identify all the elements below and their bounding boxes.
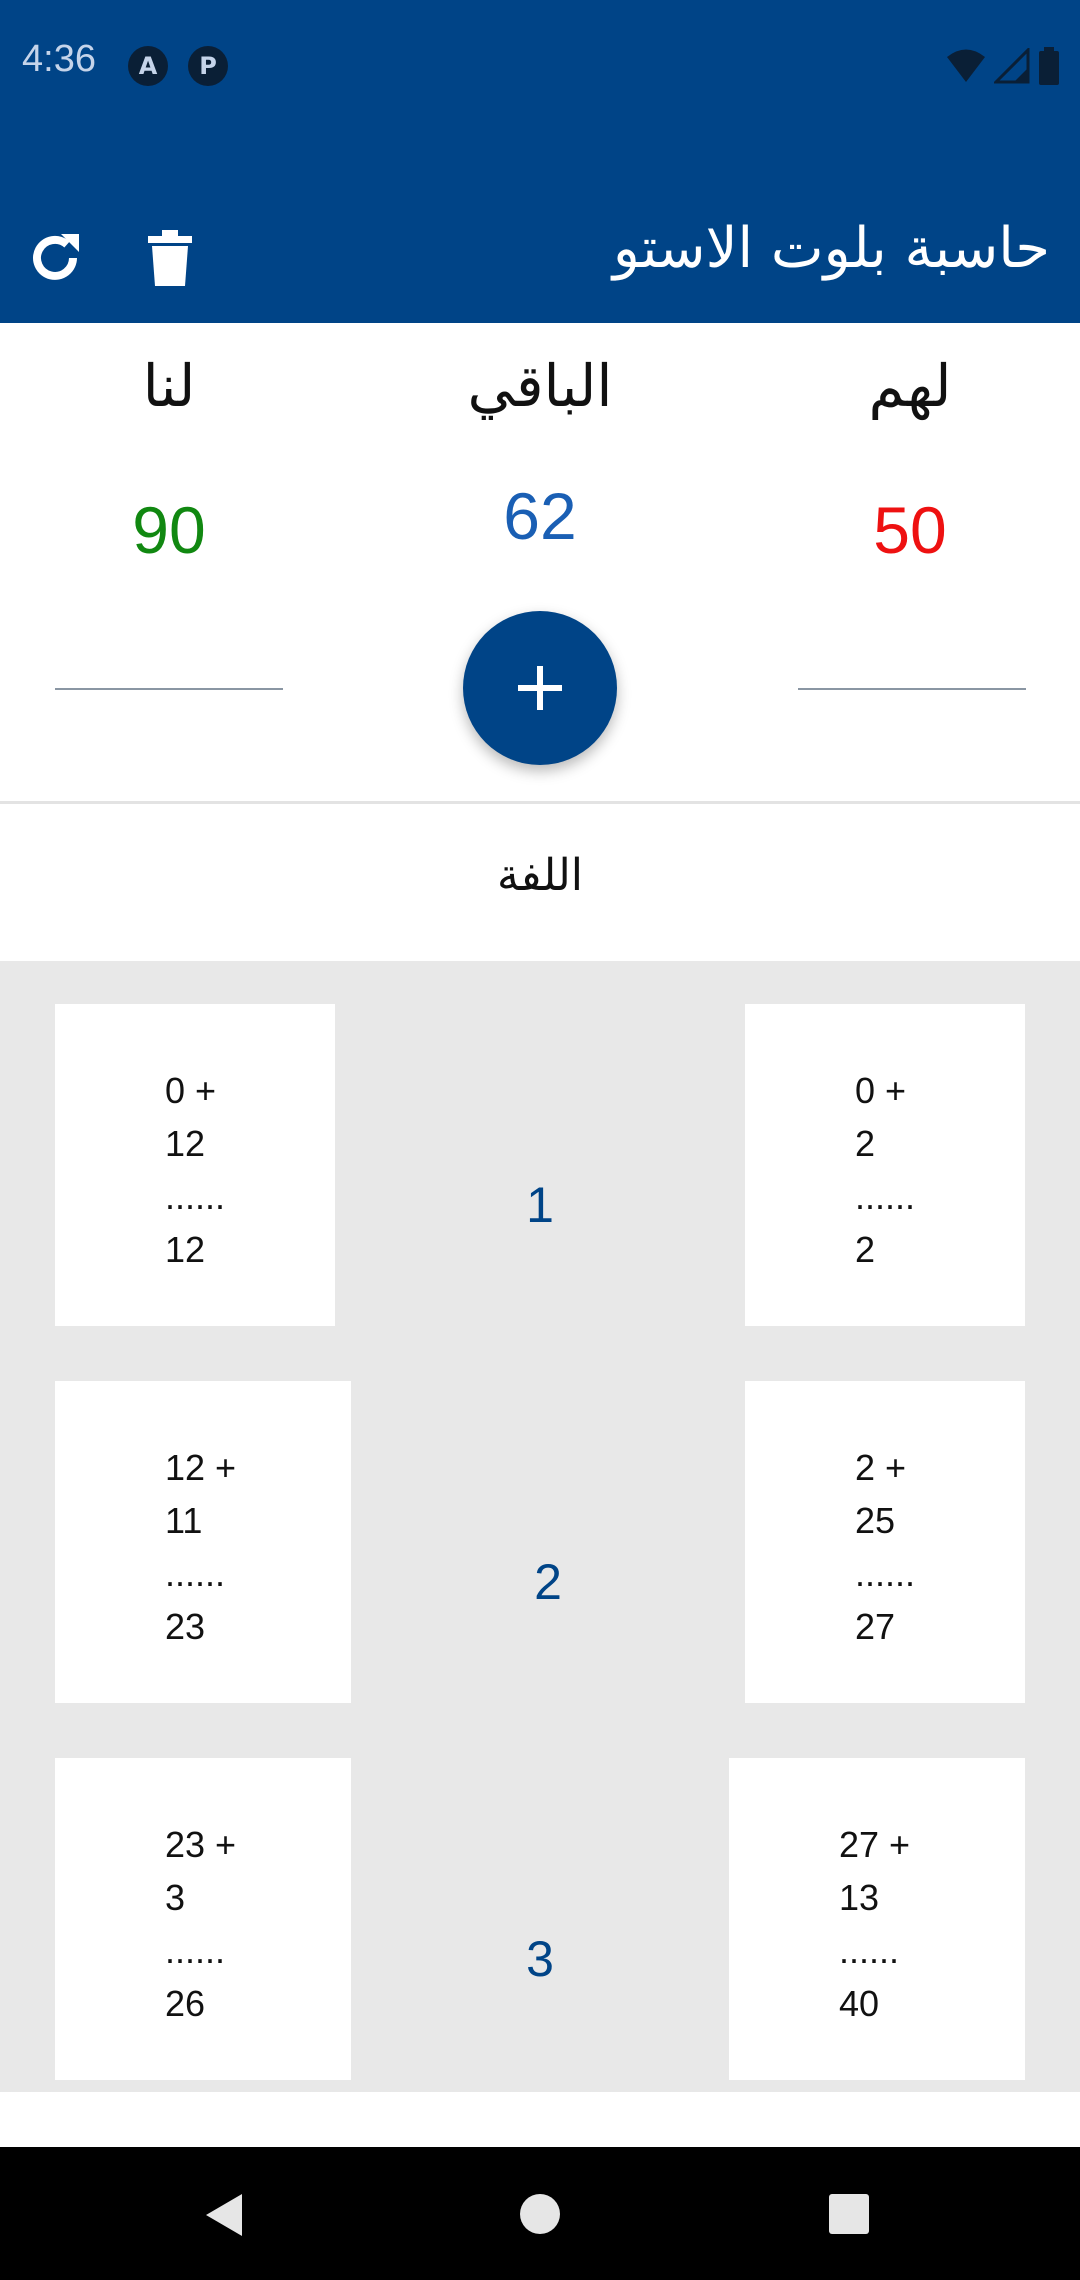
them-score: 50 [873,493,947,567]
them-prev: 2 + [855,1447,907,1488]
them-separator: ...... [839,1930,900,1971]
us-add: 3 [165,1877,186,1918]
us-prev: 23 + [165,1824,237,1865]
status-bar: 4:36 A P [0,0,1080,135]
recents-icon[interactable] [828,2193,870,2235]
round-number: 2 [534,1554,562,1610]
round-number: 1 [526,1177,554,1233]
back-icon[interactable] [202,2192,246,2238]
us-add: 11 [165,1500,203,1541]
delete-button[interactable] [135,223,205,293]
round-number: 3 [526,1931,554,1987]
us-total: 23 [165,1606,206,1647]
us-separator: ...... [165,1553,226,1594]
them-points-input[interactable] [798,688,1026,690]
round-3-them-card: 27 + 13 ...... 40 [729,1758,1025,2080]
us-points-input[interactable] [55,688,283,690]
us-prev: 12 + [165,1447,237,1488]
us-total: 12 [165,1229,206,1270]
rounds-section-label: اللفة [496,850,584,901]
us-label: لنا [142,352,196,420]
add-round-button[interactable] [463,611,617,765]
round-1-them-card: 0 + 2 ...... 2 [745,1004,1025,1326]
notification-p-icon: P [188,46,228,86]
them-total: 40 [839,1983,880,2024]
them-total: 2 [855,1229,876,1270]
us-score: 90 [132,493,206,567]
them-separator: ...... [855,1176,916,1217]
remaining-score: 62 [503,479,577,553]
home-icon[interactable] [519,2193,561,2235]
us-add: 12 [165,1123,206,1164]
us-prev: 0 + [165,1070,217,1111]
refresh-icon [33,234,79,280]
them-prev: 27 + [839,1824,911,1865]
round-1-us-card: 0 + 12 ...... 12 [55,1004,335,1326]
them-label: لهم [868,352,952,420]
app-title: حاسبة بلوت الاستو [612,216,1050,281]
app-bar: حاسبة بلوت الاستو [0,135,1080,323]
them-prev: 0 + [855,1070,907,1111]
wifi-icon [947,49,985,82]
remaining-label: الباقي [467,352,613,420]
round-3-us-card: 23 + 3 ...... 26 [55,1758,351,2080]
round-2-us-card: 12 + 11 ...... 23 [55,1381,351,1703]
battery-icon [1039,47,1059,85]
them-separator: ...... [855,1553,916,1594]
them-add: 25 [855,1500,896,1541]
navigation-bar [0,2147,1080,2280]
refresh-button[interactable] [20,223,90,293]
them-add: 13 [839,1877,880,1918]
round-2-them-card: 2 + 25 ...... 27 [745,1381,1025,1703]
rounds-list[interactable]: 0 + 12 ...... 12 1 0 + 2 ...... 2 12 + 1… [0,961,1080,2092]
us-total: 26 [165,1983,206,2024]
us-separator: ...... [165,1176,226,1217]
them-total: 27 [855,1606,896,1647]
us-separator: ...... [165,1930,226,1971]
them-add: 2 [855,1123,876,1164]
signal-icon [994,48,1030,84]
delete-icon [148,230,192,286]
divider [0,801,1080,804]
status-time: 4:36 [22,38,96,80]
plus-icon [518,666,562,710]
notification-a-icon: A [128,46,168,86]
status-right-icons [946,46,1060,86]
